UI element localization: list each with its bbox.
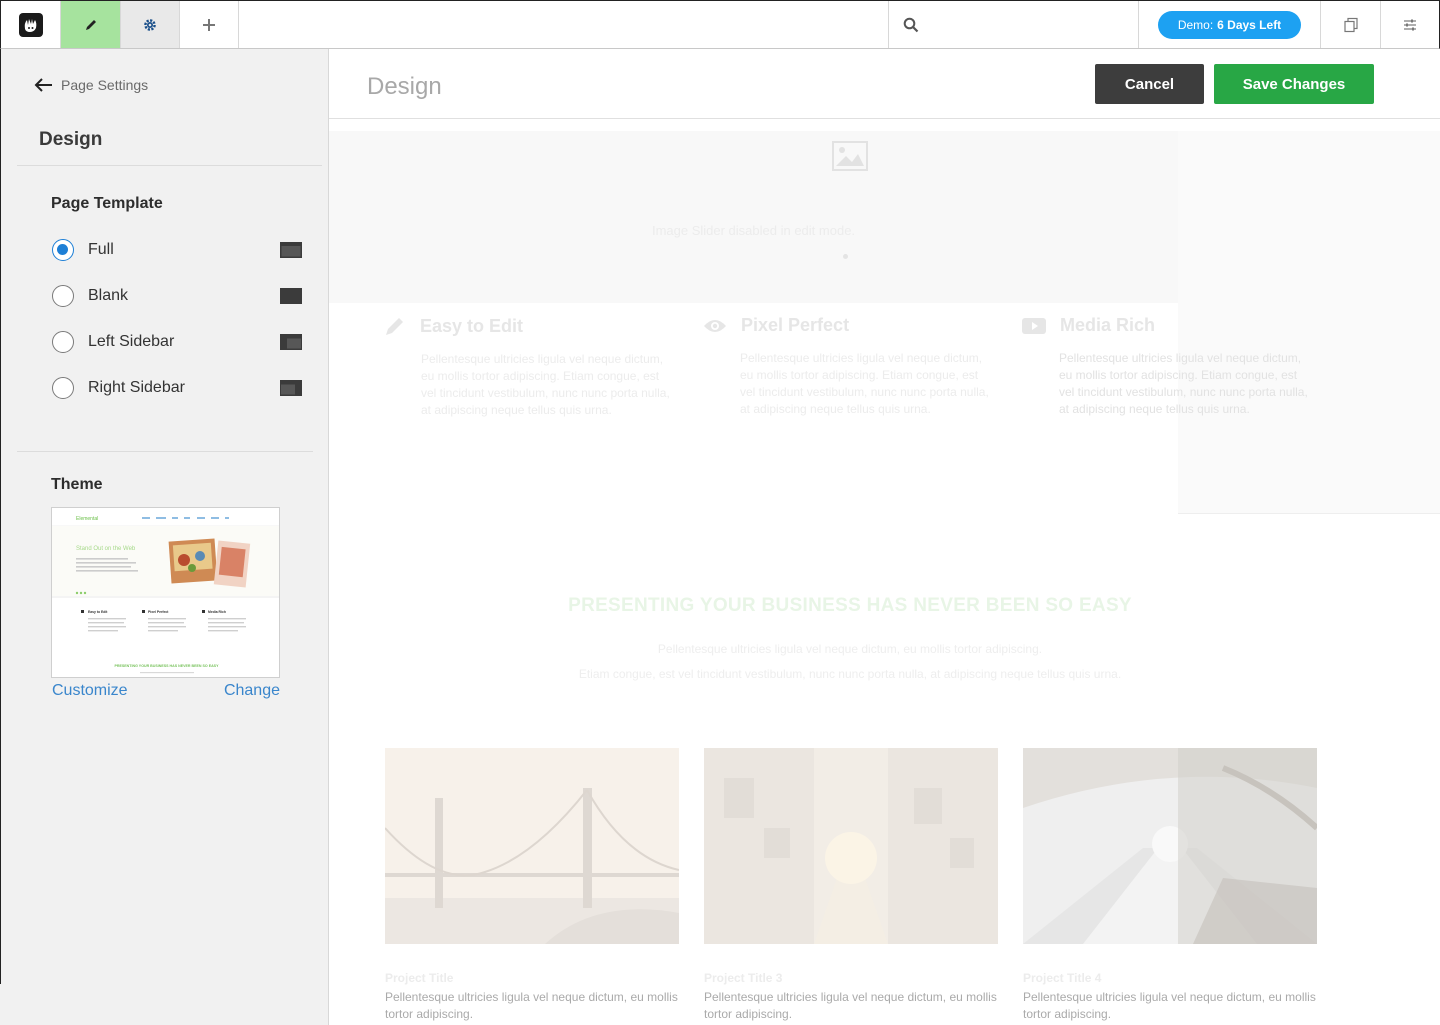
layout-left-sidebar-icon [280,334,302,350]
template-label-blank: Blank [88,287,129,304]
feature-easy-to-edit: Easy to Edit Pellentesque ultricies ligu… [384,315,674,419]
project-card: Project Title Pellentesque ultricies lig… [385,748,679,1023]
demo-badge-area: Demo: 6 Days Left [1139,1,1321,48]
feature-pixel-perfect: Pixel Perfect Pellentesque ultricies lig… [703,315,993,418]
gear-icon [144,18,156,31]
project-image-tunnel [1023,748,1317,944]
project-image-street [704,748,998,944]
project-title: Project Title [385,971,454,985]
feature-title: Media Rich [1060,315,1156,335]
concrete-logo-icon [18,12,43,37]
pencil-icon [386,318,403,335]
edit-mode-button[interactable] [61,1,121,48]
theme-banner: PRESENTING YOUR BUSINESS HAS NEVER BEEN … [115,664,220,668]
dashboard-button[interactable] [1381,1,1439,48]
template-label-left-sidebar: Left Sidebar [88,333,175,350]
page-settings-button[interactable] [121,1,180,48]
page-template-heading: Page Template [51,195,163,212]
project-title: Project Title 3 [704,971,783,985]
toolbar-search[interactable] [889,1,1139,48]
radio-full[interactable] [52,239,74,261]
template-option-blank[interactable]: Blank [52,284,302,308]
template-option-full[interactable]: Full [52,238,302,262]
project-text: Pellentesque ultricies ligula vel neque … [1023,990,1316,1021]
change-link[interactable]: Change [224,682,280,700]
add-content-button[interactable] [180,1,239,48]
theme-feature-3: Media Rich [208,610,226,614]
feature-title: Pixel Perfect [741,315,850,335]
save-changes-button[interactable]: Save Changes [1214,64,1374,104]
back-label: Page Settings [61,77,149,93]
presenting-line-1: Pellentesque ultricies ligula vel neque … [657,642,1043,656]
sliders-icon [1404,19,1416,30]
theme-preview-thumbnail[interactable]: Elemental Stand Out on the Web Easy to E… [51,507,280,678]
pages-icon [1343,17,1358,32]
layout-right-sidebar-icon [280,380,302,396]
project-text: Pellentesque ultricies ligula vel neque … [385,990,678,1021]
template-label-full: Full [88,241,114,258]
demo-badge[interactable]: Demo: 6 Days Left [1158,10,1301,39]
main-area: Design Cancel Save Changes Image Slider … [329,49,1440,1025]
feature-text: Pellentesque ultricies ligula vel neque … [1059,351,1308,416]
arrow-left-icon [34,78,52,92]
concrete-logo-button[interactable] [1,1,61,48]
image-placeholder-icon [832,141,868,171]
slider-dot [843,254,848,259]
layout-full-icon [280,242,302,258]
design-panel: Page Settings Design Page Template Full … [0,49,329,984]
video-icon [1022,317,1046,334]
layout-blank-icon [280,288,302,304]
project-text: Pellentesque ultricies ligula vel neque … [704,990,997,1021]
project-title: Project Title 4 [1023,971,1102,985]
hero-slider-placeholder: Image Slider disabled in edit mode. [329,131,1178,303]
theme-feature-2: Pixel Perfect [148,610,169,614]
pencil-icon [85,19,96,30]
project-card: Project Title 3 Pellentesque ultricies l… [704,748,998,1023]
theme-brand: Elemental [76,516,98,522]
toolbar-spacer [239,1,889,48]
search-icon [903,17,919,32]
eye-icon [704,319,726,332]
theme-heading: Theme [51,476,103,493]
theme-tagline: Stand Out on the Web [76,546,136,552]
theme-feature-1: Easy to Edit [88,610,108,614]
radio-right-sidebar[interactable] [52,377,74,399]
panel-title: Design [39,129,103,150]
design-title: Design [367,73,442,100]
presenting-heading: PRESENTING YOUR BUSINESS HAS NEVER BEEN … [568,595,1132,616]
project-image-bridge [385,748,679,944]
top-toolbar: Demo: 6 Days Left [0,0,1440,49]
customize-link[interactable]: Customize [52,682,128,700]
theme-actions: Customize Change [52,682,280,700]
template-option-left-sidebar[interactable]: Left Sidebar [52,330,302,354]
template-label-right-sidebar: Right Sidebar [88,379,185,396]
feature-title: Easy to Edit [420,315,524,336]
divider [17,451,313,452]
feature-media-rich: Media Rich Pellentesque ultricies ligula… [1022,315,1312,418]
sitemap-button[interactable] [1321,1,1381,48]
feature-text: Pellentesque ultricies ligula vel neque … [740,351,989,416]
radio-blank[interactable] [52,285,74,307]
plus-icon [203,18,215,31]
divider [17,165,322,166]
demo-prefix: Demo: [1177,17,1214,32]
theme-preview-image: Elemental Stand Out on the Web Easy to E… [52,508,279,677]
cancel-button[interactable]: Cancel [1095,64,1204,104]
feature-text: Pellentesque ultricies ligula vel neque … [421,352,670,417]
hero-caption: Image Slider disabled in edit mode. [651,223,856,238]
back-to-page-settings[interactable]: Page Settings [34,77,148,93]
presenting-line-2: Etiam congue, est vel tincidunt vestibul… [578,667,1122,681]
project-card: Project Title 4 Pellentesque ultricies l… [1023,748,1317,1023]
template-option-right-sidebar[interactable]: Right Sidebar [52,376,302,400]
design-header: Design Cancel Save Changes [329,49,1440,119]
panel-footer-area [0,984,329,1025]
radio-left-sidebar[interactable] [52,331,74,353]
demo-days-left: 6 Days Left [1217,17,1282,32]
